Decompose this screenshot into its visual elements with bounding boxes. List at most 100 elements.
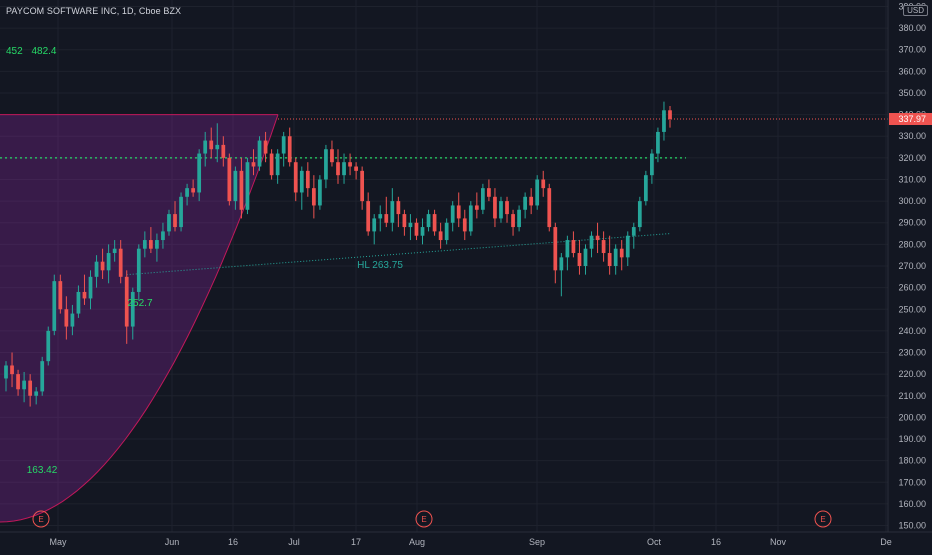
time-tick-label: Jun xyxy=(165,537,180,547)
candle-body xyxy=(619,248,624,258)
price-tick-label: 370.00 xyxy=(898,45,926,55)
candle-body xyxy=(450,205,455,223)
candle-body xyxy=(203,140,208,154)
candle-body xyxy=(191,188,195,193)
candle-body xyxy=(462,218,467,232)
candle-body xyxy=(541,179,546,189)
candle-body xyxy=(378,214,383,219)
candle-body xyxy=(607,253,612,266)
price-tick-label: 280.00 xyxy=(898,239,926,249)
candle-body xyxy=(46,330,51,362)
candle-body xyxy=(251,162,256,167)
candle-body xyxy=(565,240,570,258)
candle-body xyxy=(281,136,286,154)
candle-body xyxy=(577,253,582,266)
price-tick-label: 360.00 xyxy=(898,66,926,76)
candle-body xyxy=(173,214,177,228)
price-tick-label: 150.00 xyxy=(898,521,926,531)
candle-body xyxy=(185,188,189,197)
candle-body xyxy=(493,196,497,219)
candle-body xyxy=(299,170,304,193)
price-tick-label: 230.00 xyxy=(898,348,926,358)
candle-body xyxy=(511,214,515,228)
candle-body xyxy=(643,175,648,202)
candle-body xyxy=(324,149,328,180)
price-tick-label: 330.00 xyxy=(898,131,926,141)
candle-body xyxy=(311,188,316,206)
candle-body xyxy=(474,205,479,210)
time-tick-label: Jul xyxy=(288,537,300,547)
candle-body xyxy=(662,110,666,132)
price-tick-label: 300.00 xyxy=(898,196,926,206)
candle-body xyxy=(414,222,419,236)
chart-container[interactable]: 252.7HL 263.75163.42 390.00380.00370.003… xyxy=(0,0,932,550)
candle-body xyxy=(348,162,352,167)
earnings-marker-label: E xyxy=(38,515,43,524)
candle-body xyxy=(650,153,654,176)
candle-body xyxy=(16,374,20,390)
candle-body xyxy=(22,380,26,390)
candle-body xyxy=(656,131,660,154)
time-tick-label: Sep xyxy=(529,537,545,547)
candle-body xyxy=(257,140,262,167)
candle-body xyxy=(535,179,540,206)
annotation-label: 163.42 xyxy=(27,465,58,476)
candle-body xyxy=(197,153,202,193)
candle-body xyxy=(10,365,14,375)
candle-body xyxy=(523,196,527,210)
price-axis-bg xyxy=(888,0,932,550)
price-tick-label: 350.00 xyxy=(898,88,926,98)
time-tick-label: 16 xyxy=(228,537,238,547)
earnings-marker-label: E xyxy=(421,515,426,524)
price-tick-label: 240.00 xyxy=(898,326,926,336)
price-axis[interactable]: 390.00380.00370.00360.00350.00340.00330.… xyxy=(887,0,932,550)
price-tick-label: 380.00 xyxy=(898,23,926,33)
candle-body xyxy=(106,253,111,271)
candle-body xyxy=(28,380,33,396)
overlay-value-a: 452 xyxy=(6,46,23,57)
candle-body xyxy=(372,218,377,232)
candle-body xyxy=(275,153,280,176)
candle-body xyxy=(118,248,123,277)
candle-body xyxy=(499,201,503,219)
candle-body xyxy=(384,214,389,223)
candle-body xyxy=(505,201,509,215)
candle-body xyxy=(613,248,618,266)
candle-body xyxy=(396,201,401,215)
candle-body xyxy=(553,227,558,271)
candle-body xyxy=(595,235,600,241)
price-tick-label: 190.00 xyxy=(898,434,926,444)
candle-body xyxy=(233,170,238,202)
time-tick-label: 17 xyxy=(351,537,361,547)
candle-body xyxy=(112,248,117,254)
price-tick-label: 320.00 xyxy=(898,153,926,163)
currency-badge[interactable]: USD xyxy=(903,5,928,16)
candle-body xyxy=(70,313,75,327)
price-tick-label: 290.00 xyxy=(898,218,926,228)
candle-body xyxy=(40,361,45,392)
candle-body xyxy=(637,201,642,228)
candle-body xyxy=(487,188,491,197)
candle-body xyxy=(287,136,292,163)
price-chart[interactable]: 252.7HL 263.75163.42 390.00380.00370.003… xyxy=(0,0,932,550)
candle-body xyxy=(547,188,552,228)
candle-body xyxy=(88,276,93,299)
candle-body xyxy=(571,240,576,254)
candle-body xyxy=(82,291,87,299)
candle-body xyxy=(227,157,232,202)
candle-body xyxy=(444,222,449,241)
time-tick-label: Oct xyxy=(647,537,662,547)
candle-body xyxy=(179,196,183,228)
candle-body xyxy=(366,201,371,232)
candle-body xyxy=(142,240,147,249)
time-tick-label: Aug xyxy=(409,537,425,547)
candle-body xyxy=(155,240,159,249)
candle-body xyxy=(318,179,322,206)
candle-body xyxy=(52,281,57,331)
candle-body xyxy=(601,240,606,254)
candle-body xyxy=(239,170,244,210)
candle-body xyxy=(360,170,365,202)
price-tick-label: 310.00 xyxy=(898,174,926,184)
candle-body xyxy=(390,201,395,223)
overlay-values: 452 482.4 xyxy=(6,46,57,57)
